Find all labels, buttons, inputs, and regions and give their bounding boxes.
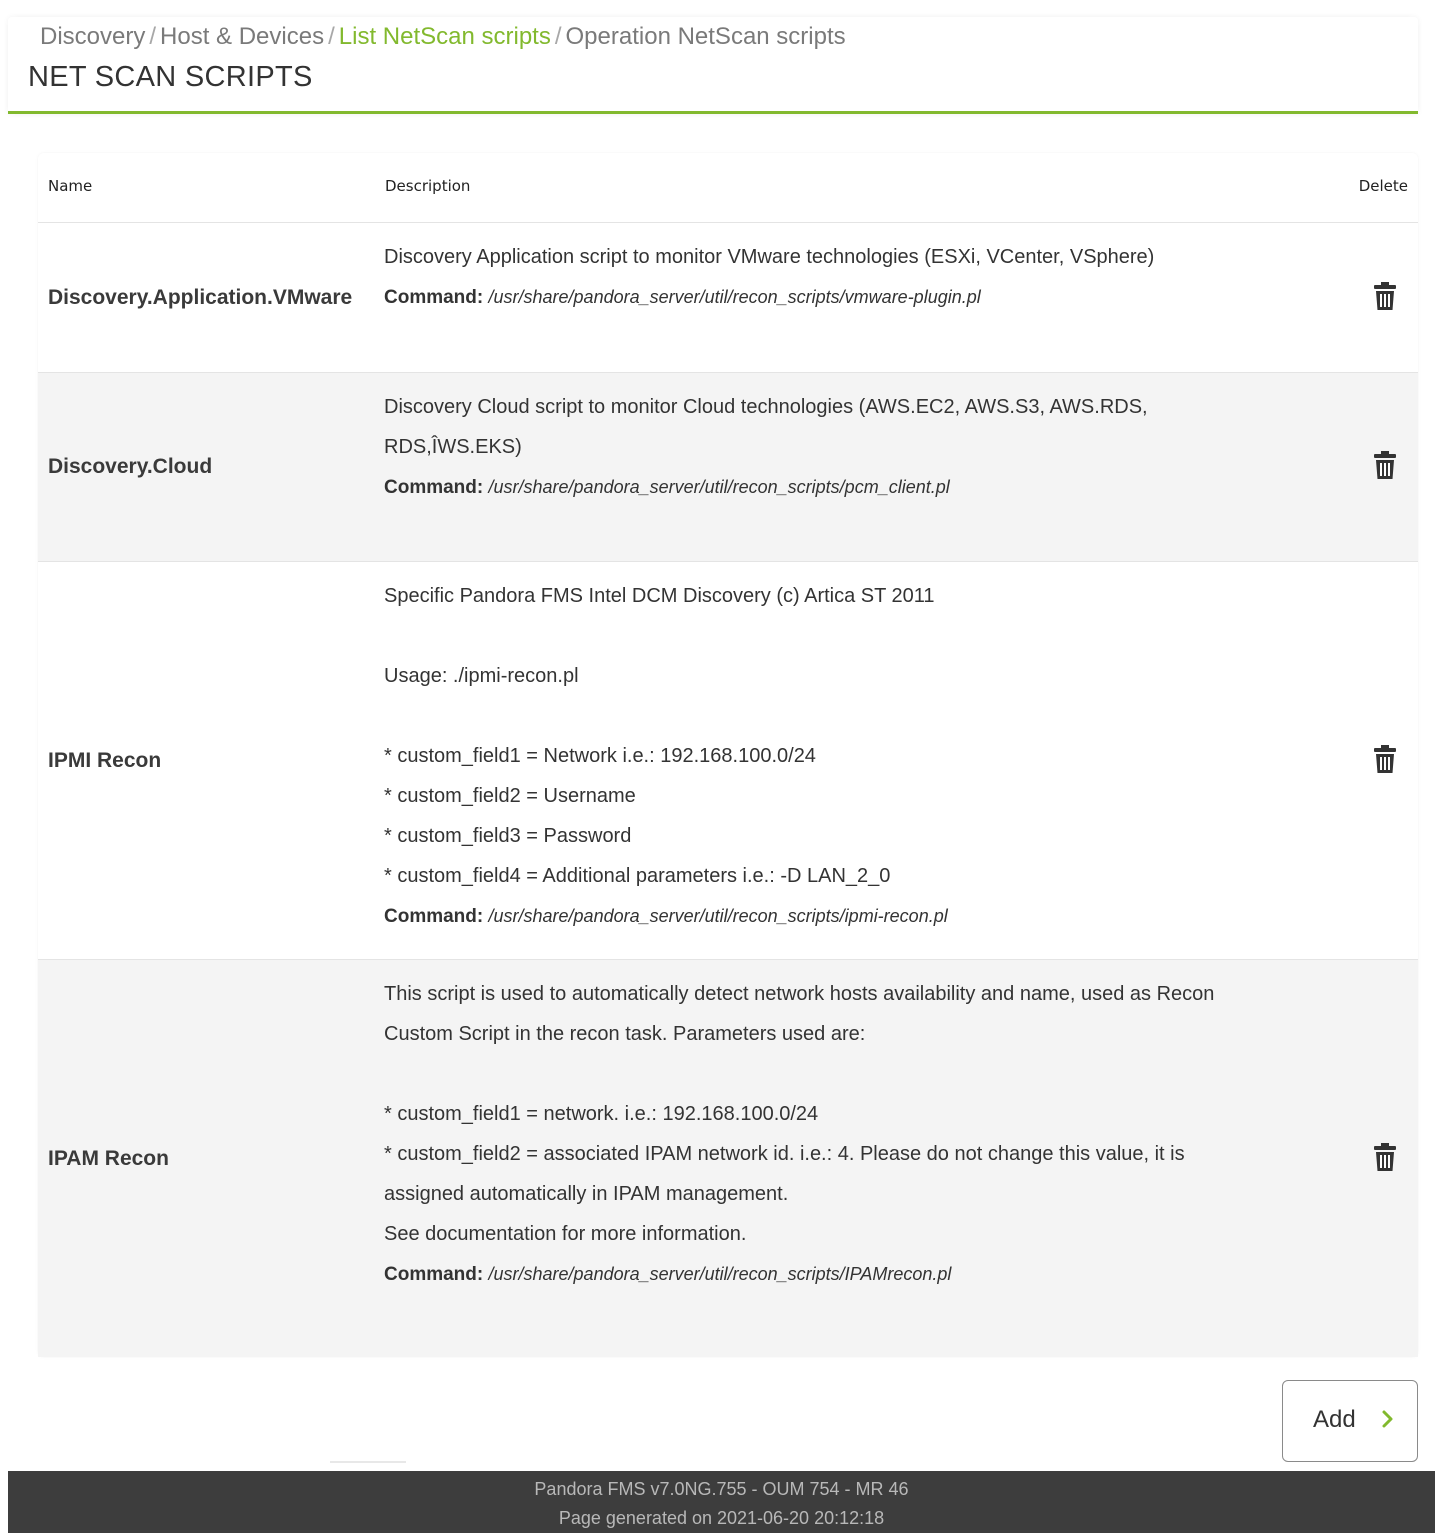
column-header-name: Name xyxy=(48,177,93,195)
command-path: /usr/share/pandora_server/util/recon_scr… xyxy=(488,1264,952,1284)
trash-icon[interactable] xyxy=(1374,281,1396,314)
table-row: Discovery.Application.VMware Discovery A… xyxy=(38,223,1418,373)
footer-divider xyxy=(330,1461,406,1463)
breadcrumb-separator: / xyxy=(554,23,562,50)
command-path: /usr/share/pandora_server/util/recon_scr… xyxy=(488,477,950,497)
command-label: Command: xyxy=(384,906,484,927)
page-header: Discovery / Host & Devices / List NetScan sc… xyxy=(8,17,1418,114)
breadcrumb-separator: / xyxy=(328,23,335,50)
script-command: Command: /usr/share/pandora_server/util/… xyxy=(384,277,1344,318)
breadcrumb-item-discovery: Discovery xyxy=(40,23,146,50)
script-description: Specific Pandora FMS Intel DCM Discovery… xyxy=(384,585,935,887)
script-description-cell: This script is used to automatically det… xyxy=(384,974,1344,1295)
breadcrumb-item-host-devices: Host & Devices xyxy=(160,23,325,50)
column-header-delete: Delete xyxy=(1358,177,1408,195)
command-path: /usr/share/pandora_server/util/recon_scr… xyxy=(488,906,948,926)
trash-icon[interactable] xyxy=(1374,1142,1396,1175)
table-row: IPMI Recon Specific Pandora FMS Intel DC… xyxy=(38,562,1418,960)
command-label: Command: xyxy=(384,1264,484,1285)
script-name: IPMI Recon xyxy=(48,748,162,772)
page-footer: Pandora FMS v7.0NG.755 - OUM 754 - MR 46… xyxy=(8,1471,1435,1533)
table-row: IPAM Recon This script is used to automa… xyxy=(38,960,1418,1357)
script-description: Discovery Cloud script to monitor Cloud … xyxy=(384,396,1148,458)
trash-icon[interactable] xyxy=(1374,451,1396,483)
breadcrumb-separator: / xyxy=(149,23,157,50)
delete-button[interactable] xyxy=(1374,373,1396,561)
command-label: Command: xyxy=(384,287,484,308)
delete-button[interactable] xyxy=(1374,562,1396,959)
script-command: Command: /usr/share/pandora_server/util/… xyxy=(384,1254,1344,1295)
script-description: This script is used to automatically det… xyxy=(384,983,1215,1245)
delete-button[interactable] xyxy=(1374,960,1396,1357)
script-command: Command: /usr/share/pandora_server/util/… xyxy=(384,896,1344,937)
script-name: IPAM Recon xyxy=(48,1146,169,1170)
column-header-description: Description xyxy=(385,177,471,195)
breadcrumb-link-list-netscan-scripts[interactable]: List NetScan scripts xyxy=(339,23,551,50)
table-header: Name Description Delete xyxy=(38,153,1418,223)
script-description: Discovery Application script to monitor … xyxy=(384,246,1155,268)
page-title: NET SCAN SCRIPTS xyxy=(28,61,313,93)
script-name: Discovery.Application.VMware xyxy=(48,285,353,309)
command-label: Command: xyxy=(384,477,484,498)
script-description-cell: Discovery Application script to monitor … xyxy=(384,237,1344,318)
command-path: /usr/share/pandora_server/util/recon_scr… xyxy=(488,287,981,307)
breadcrumb-item-operation-netscan-scripts: Operation NetScan scripts xyxy=(565,23,846,50)
netscan-scripts-table: Name Description Delete Discovery.Applic… xyxy=(38,153,1418,1357)
script-command: Command: /usr/share/pandora_server/util/… xyxy=(384,467,1344,508)
breadcrumb: Discovery / Host & Devices / List NetScan sc… xyxy=(40,23,846,51)
footer-generated: Page generated on 2021-06-20 20:12:18 xyxy=(558,1508,885,1528)
add-button-label: Add xyxy=(1313,1406,1356,1433)
trash-icon[interactable] xyxy=(1374,744,1396,777)
script-description-cell: Specific Pandora FMS Intel DCM Discovery… xyxy=(384,576,1344,937)
delete-button[interactable] xyxy=(1374,223,1396,372)
script-description-cell: Discovery Cloud script to monitor Cloud … xyxy=(384,387,1344,508)
table-row: Discovery.Cloud Discovery Cloud script t… xyxy=(38,373,1418,562)
script-name: Discovery.Cloud xyxy=(48,455,213,478)
chevron-right-icon xyxy=(1381,1408,1395,1436)
footer-version: Pandora FMS v7.0NG.755 - OUM 754 - MR 46 xyxy=(534,1479,909,1499)
add-button[interactable]: Add xyxy=(1282,1380,1418,1462)
